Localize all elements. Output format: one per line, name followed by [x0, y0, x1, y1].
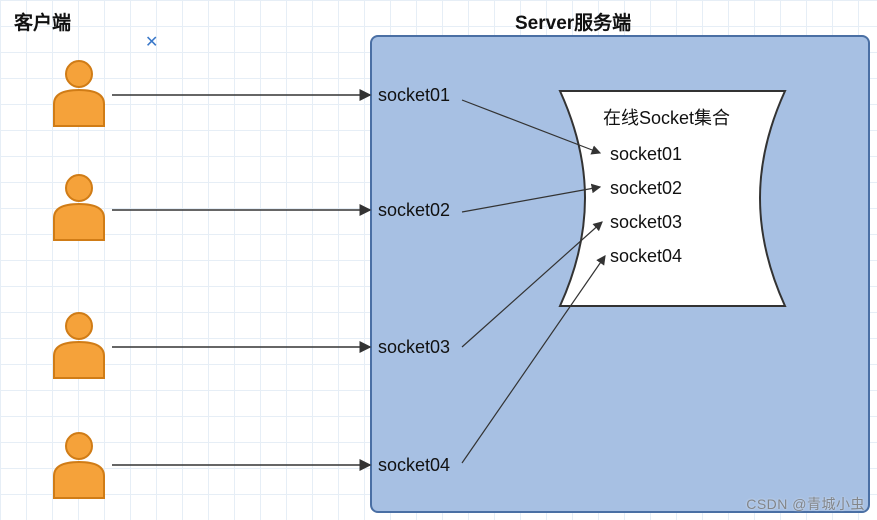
diagram-stage: 客户端 Server服务端 ✕ socket01 socket02 socket… — [0, 0, 877, 520]
server-socket-label-3: socket03 — [378, 337, 450, 358]
collection-item-4: socket04 — [610, 246, 682, 267]
collection-item-3: socket03 — [610, 212, 682, 233]
collection-item-1: socket01 — [610, 144, 682, 165]
client-icon-2 — [48, 172, 110, 242]
collection-title: 在线Socket集合 — [603, 104, 730, 130]
server-socket-label-4: socket04 — [378, 455, 450, 476]
close-icon: ✕ — [145, 32, 158, 52]
server-socket-label-1: socket01 — [378, 85, 450, 106]
client-icon-3 — [48, 310, 110, 380]
watermark-text: CSDN @青城小虫 — [746, 494, 865, 514]
server-heading: Server服务端 — [515, 8, 631, 35]
socket-collection-doc: 在线Socket集合 socket01 socket02 socket03 so… — [555, 86, 790, 311]
collection-item-2: socket02 — [610, 178, 682, 199]
server-socket-label-2: socket02 — [378, 200, 450, 221]
client-heading: 客户端 — [14, 8, 71, 35]
client-icon-1 — [48, 58, 110, 128]
client-icon-4 — [48, 430, 110, 500]
